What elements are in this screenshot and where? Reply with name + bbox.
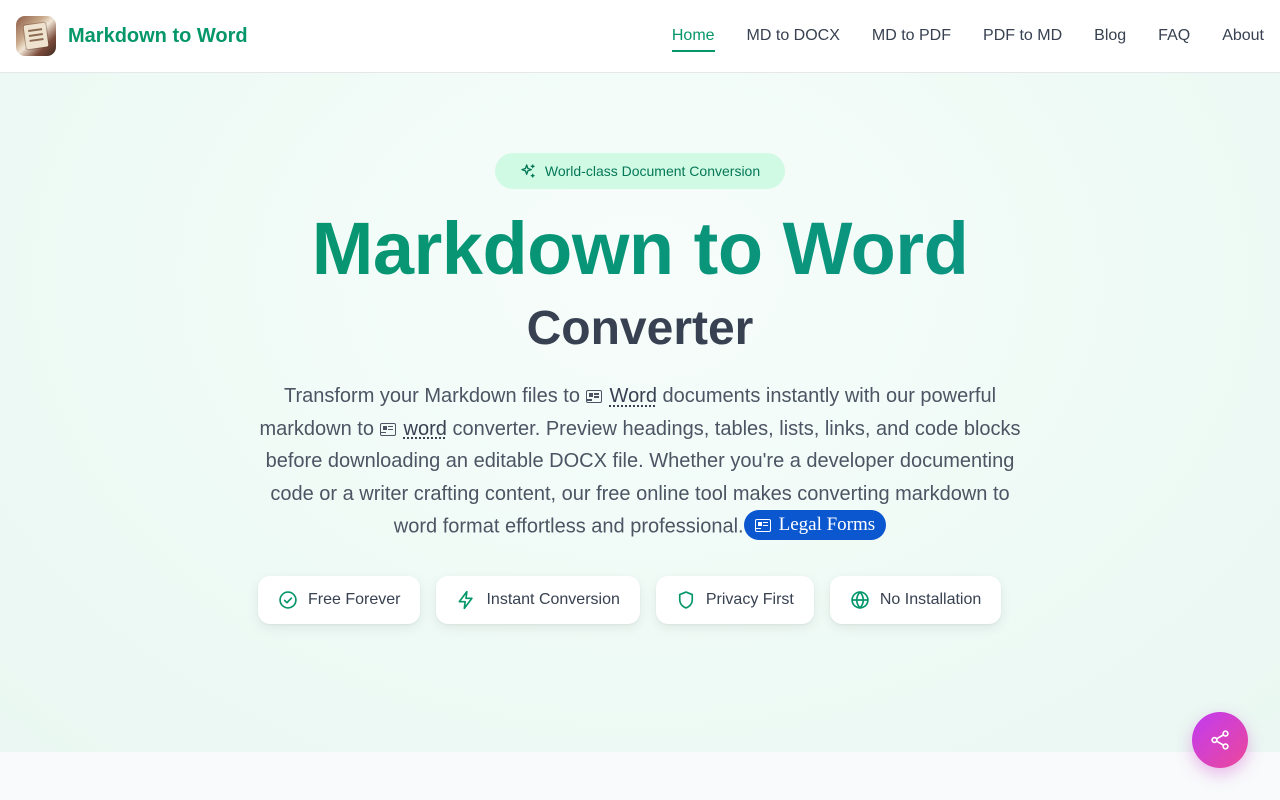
- next-section: [0, 752, 1280, 800]
- feature-free-forever: Free Forever: [258, 576, 421, 624]
- nav-about[interactable]: About: [1222, 0, 1264, 72]
- nav-pdf-to-md[interactable]: PDF to MD: [983, 0, 1062, 72]
- nav-md-to-docx[interactable]: MD to DOCX: [747, 0, 840, 72]
- feature-list: Free Forever Instant Conversion Privacy …: [258, 576, 1017, 624]
- nav-blog[interactable]: Blog: [1094, 0, 1126, 72]
- sparkles-icon: [521, 164, 535, 178]
- document-icon: [379, 422, 396, 436]
- word-link[interactable]: Word: [610, 385, 657, 407]
- lightning-icon: [458, 590, 474, 610]
- hero-section: World-class Document Conversion Markdown…: [0, 73, 1280, 752]
- feature-label: Instant Conversion: [486, 591, 620, 608]
- feature-instant-conversion: Instant Conversion: [436, 576, 640, 624]
- feature-no-installation: No Installation: [829, 576, 1002, 624]
- site-header: Markdown to Word Home MD to DOCX MD to P…: [0, 0, 1280, 73]
- check-circle-icon: [279, 591, 297, 609]
- logo-icon: [16, 16, 56, 56]
- feature-privacy-first: Privacy First: [655, 576, 814, 624]
- feature-label: No Installation: [879, 591, 982, 608]
- brand-link[interactable]: Markdown to Word: [16, 16, 248, 56]
- share-icon: [1211, 730, 1229, 750]
- legal-forms-label: Legal Forms: [778, 513, 876, 535]
- desc-text-1: Transform your Markdown files to: [283, 385, 586, 407]
- shield-icon: [678, 591, 693, 609]
- feature-label: Free Forever: [308, 591, 401, 608]
- nav-faq[interactable]: FAQ: [1158, 0, 1190, 72]
- main-nav: Home MD to DOCX MD to PDF PDF to MD Blog…: [640, 0, 1264, 72]
- hero-badge: World-class Document Conversion: [495, 153, 785, 189]
- hero-badge-text: World-class Document Conversion: [544, 163, 761, 179]
- nav-md-to-pdf[interactable]: MD to PDF: [872, 0, 951, 72]
- globe-icon: [851, 591, 869, 609]
- document-icon: [585, 390, 602, 403]
- hero-subtitle: Converter: [526, 302, 754, 355]
- feature-label: Privacy First: [705, 591, 794, 608]
- nav-home[interactable]: Home: [671, 0, 715, 72]
- document-icon: [754, 518, 771, 532]
- hero-description: Transform your Markdown files to Word do…: [250, 380, 1030, 543]
- word-link-2[interactable]: word: [404, 418, 447, 440]
- brand-name: Markdown to Word: [68, 24, 248, 47]
- legal-forms-link[interactable]: Legal Forms: [743, 510, 887, 540]
- share-button[interactable]: [1192, 712, 1248, 768]
- hero-title: Markdown to Word: [0, 209, 1280, 289]
